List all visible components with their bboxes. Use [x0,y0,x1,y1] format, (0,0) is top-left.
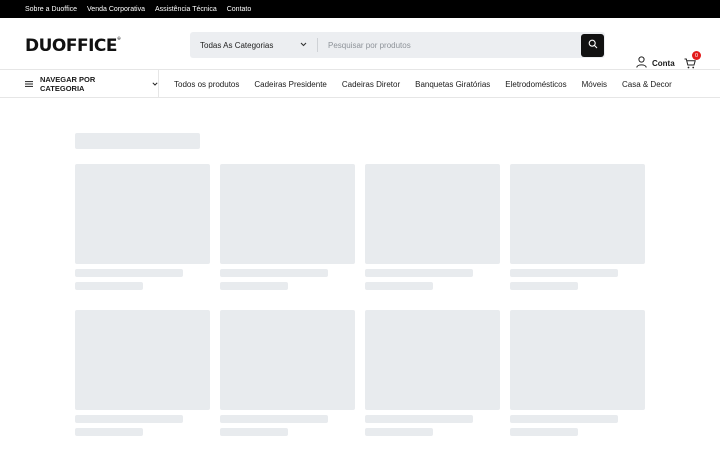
skeleton-product-price [220,282,288,290]
skeleton-product-name [365,269,473,277]
skeleton-product-image [365,310,500,410]
skeleton-product-image [510,164,645,264]
category-select[interactable]: Todas As Categorias [190,38,318,52]
skeleton-product-price [365,282,433,290]
skeleton-product-name [75,269,183,277]
skeleton-product-image [220,164,355,264]
chevron-down-icon [152,81,158,88]
menu-icon [25,80,33,89]
skeleton-product-name [365,415,473,423]
logo[interactable]: DUOFFICE® [25,36,121,56]
nav-link-banquetas[interactable]: Banquetas Giratórias [415,80,490,89]
nav-link-cadeiras-presidente[interactable]: Cadeiras Presidente [254,80,326,89]
nav-link-moveis[interactable]: Móveis [582,80,607,89]
logo-mark: ® [117,36,121,41]
skeleton-product-price [220,428,288,436]
nav-links: Todos os produtos Cadeiras Presidente Ca… [174,70,672,98]
search-icon [588,36,598,54]
skeleton-product-image [75,164,210,264]
account-label: Conta [652,58,675,68]
skeleton-product-name [220,269,328,277]
link-sobre[interactable]: Sobre a Duoffice [25,6,77,13]
skeleton-product-name [510,269,618,277]
search-button[interactable] [581,33,604,57]
skeleton-title [75,133,200,149]
link-assistencia-tecnica[interactable]: Assistência Técnica [155,6,217,13]
search-input[interactable] [318,32,581,58]
browse-categories-button[interactable]: NAVEGAR POR CATEGORIA [25,70,159,98]
category-nav: NAVEGAR POR CATEGORIA Todos os produtos … [0,70,720,98]
link-venda-corporativa[interactable]: Venda Corporativa [87,6,145,13]
skeleton-product-price [75,282,143,290]
nav-link-todos[interactable]: Todos os produtos [174,80,239,89]
search-bar: Todas As Categorias [190,32,605,58]
skeleton-product-price [75,428,143,436]
cart-count-badge: 0 [692,51,701,60]
logo-text: DUOFFICE [25,36,118,56]
skeleton-product-image [220,310,355,410]
category-select-value: Todas As Categorias [200,40,274,50]
skeleton-product-price [510,282,578,290]
skeleton-product-image [510,310,645,410]
account-button[interactable]: Conta [636,56,675,70]
skeleton-product-name [75,415,183,423]
browse-categories-label: NAVEGAR POR CATEGORIA [40,75,96,93]
skeleton-product-name [220,415,328,423]
nav-link-cadeiras-diretor[interactable]: Cadeiras Diretor [342,80,400,89]
user-icon [636,56,647,70]
top-bar: Sobre a Duoffice Venda Corporativa Assis… [0,0,720,18]
skeleton-product-price [365,428,433,436]
skeleton-product-image [365,164,500,264]
nav-link-eletrodomesticos[interactable]: Eletrodomésticos [505,80,566,89]
skeleton-product-price [510,428,578,436]
skeleton-product-name [510,415,618,423]
nav-link-casa-decor[interactable]: Casa & Decor [622,80,672,89]
header: DUOFFICE® Todas As Categorias Conta 0 [0,18,720,70]
skeleton-product-image [75,310,210,410]
link-contato[interactable]: Contato [227,6,252,13]
chevron-down-icon [300,42,307,49]
